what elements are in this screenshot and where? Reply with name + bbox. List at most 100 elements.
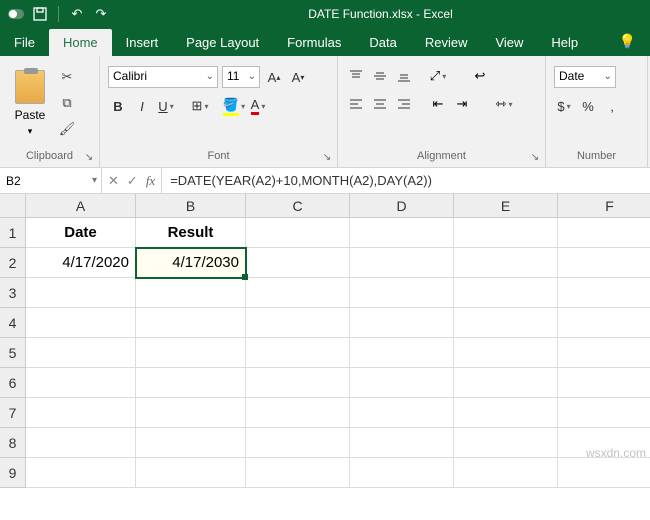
- cell[interactable]: [558, 278, 650, 308]
- number-format-combo[interactable]: Date⌄: [554, 66, 616, 88]
- cell-b2[interactable]: 4/17/2030: [136, 248, 246, 278]
- cell-e1[interactable]: [454, 218, 558, 248]
- col-header-e[interactable]: E: [454, 194, 558, 218]
- cell[interactable]: [136, 458, 246, 488]
- tab-page-layout[interactable]: Page Layout: [172, 29, 273, 56]
- tab-home[interactable]: Home: [49, 29, 112, 56]
- cell[interactable]: [136, 368, 246, 398]
- tell-me-icon[interactable]: 💡: [605, 27, 650, 56]
- align-bottom-button[interactable]: [394, 66, 414, 86]
- row-header-7[interactable]: 7: [0, 398, 26, 428]
- cell[interactable]: [350, 398, 454, 428]
- cell[interactable]: [350, 368, 454, 398]
- accounting-button[interactable]: $: [554, 96, 574, 116]
- orientation-button[interactable]: ⤢: [428, 66, 448, 86]
- cell[interactable]: [350, 458, 454, 488]
- col-header-d[interactable]: D: [350, 194, 454, 218]
- row-header-5[interactable]: 5: [0, 338, 26, 368]
- tab-formulas[interactable]: Formulas: [273, 29, 355, 56]
- cell[interactable]: [350, 338, 454, 368]
- clipboard-launcher[interactable]: ↘: [83, 152, 95, 164]
- row-header-9[interactable]: 9: [0, 458, 26, 488]
- format-painter-button[interactable]: 🖌: [56, 118, 78, 140]
- cell[interactable]: [558, 398, 650, 428]
- font-launcher[interactable]: ↘: [321, 152, 333, 164]
- border-button[interactable]: ⊞: [190, 96, 210, 116]
- cell[interactable]: [26, 368, 136, 398]
- percent-button[interactable]: %: [578, 96, 598, 116]
- cell[interactable]: [454, 458, 558, 488]
- cell[interactable]: [454, 308, 558, 338]
- cell[interactable]: [136, 428, 246, 458]
- tab-review[interactable]: Review: [411, 29, 482, 56]
- cut-button[interactable]: ✂: [56, 66, 78, 88]
- cell[interactable]: [558, 338, 650, 368]
- cell[interactable]: [454, 428, 558, 458]
- wrap-text-button[interactable]: ↩: [470, 66, 490, 86]
- name-box[interactable]: B2 ▾: [0, 168, 102, 193]
- cell[interactable]: [558, 368, 650, 398]
- cell-c2[interactable]: [246, 248, 350, 278]
- cell[interactable]: [246, 338, 350, 368]
- cell[interactable]: [454, 368, 558, 398]
- cell[interactable]: [136, 308, 246, 338]
- align-top-button[interactable]: [346, 66, 366, 86]
- autosave-toggle[interactable]: [6, 4, 26, 24]
- cell[interactable]: [350, 428, 454, 458]
- row-header-4[interactable]: 4: [0, 308, 26, 338]
- cell[interactable]: [350, 308, 454, 338]
- comma-button[interactable]: ,: [602, 96, 622, 116]
- formula-bar[interactable]: =DATE(YEAR(A2)+10,MONTH(A2),DAY(A2)): [162, 168, 650, 193]
- font-color-button[interactable]: A: [248, 96, 268, 116]
- increase-indent-button[interactable]: ⇥: [452, 94, 472, 114]
- cell[interactable]: [558, 308, 650, 338]
- col-header-f[interactable]: F: [558, 194, 650, 218]
- cell[interactable]: [26, 278, 136, 308]
- underline-button[interactable]: U: [156, 96, 176, 116]
- decrease-indent-button[interactable]: ⇤: [428, 94, 448, 114]
- cell-f1[interactable]: [558, 218, 650, 248]
- cell[interactable]: [558, 458, 650, 488]
- redo-icon[interactable]: ↷: [91, 4, 111, 24]
- cell-f2[interactable]: [558, 248, 650, 278]
- cell[interactable]: [246, 398, 350, 428]
- cell[interactable]: [136, 338, 246, 368]
- cell[interactable]: [454, 278, 558, 308]
- cell[interactable]: [246, 368, 350, 398]
- cell-a2[interactable]: 4/17/2020: [26, 248, 136, 278]
- font-size-combo[interactable]: 11⌄: [222, 66, 260, 88]
- tab-insert[interactable]: Insert: [112, 29, 173, 56]
- row-header-3[interactable]: 3: [0, 278, 26, 308]
- cell[interactable]: [246, 308, 350, 338]
- row-header-2[interactable]: 2: [0, 248, 26, 278]
- cell[interactable]: [26, 338, 136, 368]
- select-all-corner[interactable]: [0, 194, 26, 218]
- tab-file[interactable]: File: [0, 29, 49, 56]
- col-header-c[interactable]: C: [246, 194, 350, 218]
- cell[interactable]: [246, 458, 350, 488]
- paste-button[interactable]: Paste ▾: [8, 65, 52, 141]
- cell[interactable]: [350, 278, 454, 308]
- align-right-button[interactable]: [394, 94, 414, 114]
- chevron-down-icon[interactable]: ▾: [92, 175, 97, 186]
- col-header-a[interactable]: A: [26, 194, 136, 218]
- decrease-font-button[interactable]: A▾: [288, 67, 308, 87]
- cell[interactable]: [26, 398, 136, 428]
- cell-c1[interactable]: [246, 218, 350, 248]
- tab-data[interactable]: Data: [355, 29, 410, 56]
- col-header-b[interactable]: B: [136, 194, 246, 218]
- cell[interactable]: [454, 338, 558, 368]
- cell-d1[interactable]: [350, 218, 454, 248]
- row-header-8[interactable]: 8: [0, 428, 26, 458]
- tab-help[interactable]: Help: [537, 29, 592, 56]
- cell[interactable]: [246, 428, 350, 458]
- copy-button[interactable]: ⧉: [56, 92, 78, 114]
- bold-button[interactable]: B: [108, 96, 128, 116]
- font-name-combo[interactable]: Calibri⌄: [108, 66, 218, 88]
- cell[interactable]: [454, 398, 558, 428]
- cell[interactable]: [246, 278, 350, 308]
- cell[interactable]: [136, 278, 246, 308]
- align-middle-button[interactable]: [370, 66, 390, 86]
- alignment-launcher[interactable]: ↘: [529, 152, 541, 164]
- insert-function-button[interactable]: fx: [146, 173, 155, 189]
